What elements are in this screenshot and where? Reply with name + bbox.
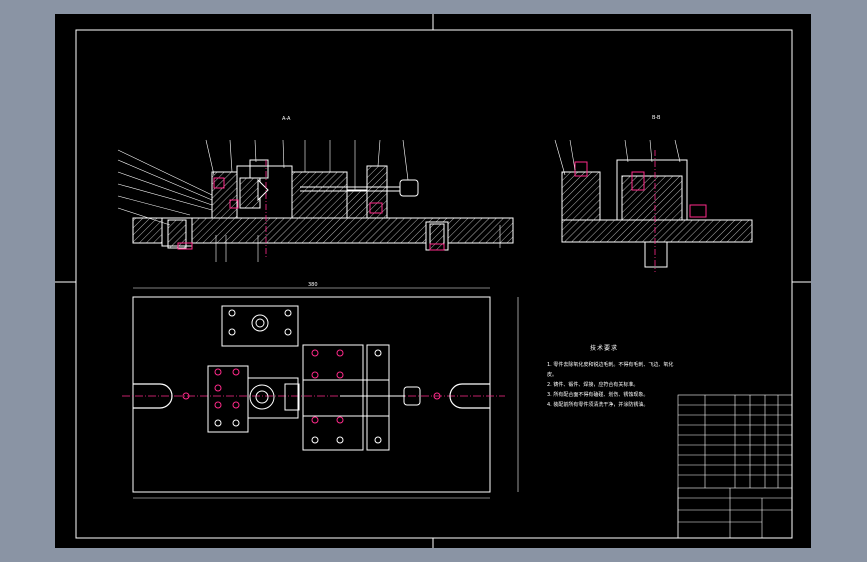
cad-drawing: A-A B-B 380 (55, 14, 811, 548)
plan-clamp-block (302, 344, 364, 451)
tech-req-line: 1. 零件去除氧化皮和锐边毛刺。不得有毛刺、飞边、氧化皮。 (547, 362, 674, 378)
side-left-block (561, 171, 601, 221)
tech-req-line: 3. 所有配合面不得有磕碰、划伤、锈蚀现象。 (547, 392, 649, 398)
centering-marks (55, 14, 811, 548)
view-b-label: B-B (652, 115, 661, 121)
section-view-b: B-B (554, 115, 753, 272)
tech-req-line: 4. 装配前所有零件须清洗干净，并涂防锈油。 (547, 402, 649, 408)
section-view-a: A-A (117, 116, 514, 262)
drawing-border (75, 29, 793, 539)
title-block (677, 394, 793, 539)
side-base-plate (561, 219, 753, 243)
clamp-block (291, 171, 348, 219)
plan-base-plate (132, 296, 491, 493)
plan-locator-plate (221, 305, 299, 347)
technical-requirements-title: 技术要求 (590, 345, 619, 352)
view-a-label: A-A (282, 116, 291, 122)
plan-v-block (207, 365, 249, 433)
dim-top: 380 (308, 282, 318, 288)
plan-view: 380 (122, 282, 519, 499)
technical-requirements: 1. 零件去除氧化皮和锐边毛刺。不得有毛刺、飞边、氧化皮。 2. 铸件、锻件、焊… (547, 360, 679, 410)
tech-req-line: 2. 铸件、锻件、焊接，应符合有关标准。 (547, 382, 639, 388)
handwheel (399, 179, 419, 197)
